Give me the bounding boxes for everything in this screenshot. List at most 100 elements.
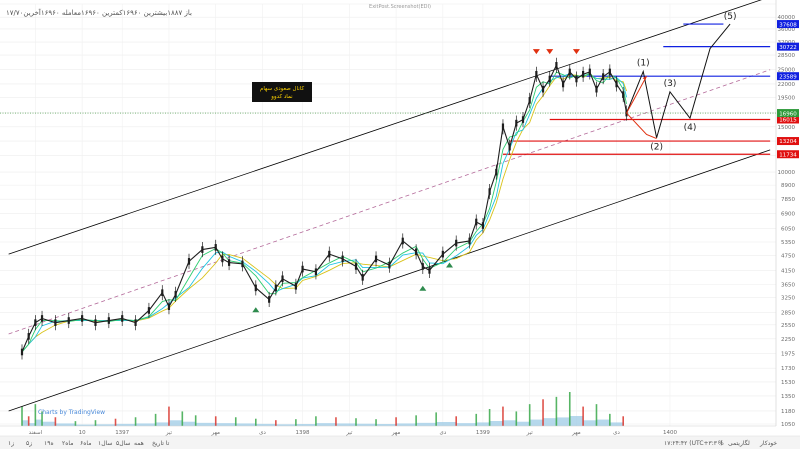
timezone-label[interactable]: ۱۷:۲۴:۴۲ (UTC+۳:۳۰) [664,440,723,447]
level-tag-label: 11734 [779,152,797,158]
volume-band [456,423,477,426]
volume-bar [609,413,611,426]
volume-band [215,423,236,426]
volume-band [502,420,517,426]
volume-bar [21,406,23,426]
volume-band [195,422,216,426]
price-tick-label: 19500 [778,95,796,101]
volume-band [135,423,156,426]
volume-band [115,423,136,426]
wave-label: (5) [724,12,737,22]
percent-toggle[interactable]: % [718,440,724,447]
log-toggle[interactable]: لگاریتمی [728,439,750,447]
price-tick-label: 4750 [781,253,795,259]
price-tick-label: 10000 [778,170,796,176]
time-tick-label: 1397 [115,430,129,436]
wave-label: (4) [684,123,697,133]
annotation-box[interactable]: کانال صعودی سهام نماد کدوو [252,82,312,102]
time-tick-label: اسفند [29,430,43,436]
range-button[interactable]: ۱سال [98,440,112,447]
time-tick-label: 1400 [663,430,677,436]
price-tick-label: 1730 [781,366,795,372]
volume-bar [94,420,97,426]
volume-band [315,423,336,426]
price-tick-label: 1350 [781,394,795,400]
price-tick-label: 2250 [781,337,795,343]
auto-toggle[interactable]: خودکار [759,440,777,447]
volume-band [55,423,76,426]
range-button[interactable]: تا تاریخ [152,440,170,447]
volume-band [583,420,597,426]
volume-bar [475,413,478,426]
range-button[interactable]: همه [134,440,144,447]
price-tick-label: 8900 [781,183,795,189]
level-tag-label: 16015 [779,118,797,124]
volume-band [35,419,43,426]
price-tick-label: 1975 [781,351,795,357]
volume-bar [114,418,117,426]
price-chart-svg[interactable]: (1) (2) (3) (4) (5) کانال صعودی سهام نماد کد… [0,0,800,449]
volume-bar [181,411,184,426]
volume-bar [214,416,217,426]
wave-label: (2) [650,143,663,153]
chart[interactable]: (1) (2) (3) (4) (5) کانال صعودی سهام نماد کد… [0,0,800,449]
price-tick-label: 2550 [781,323,795,329]
volume-bar [295,419,297,426]
time-tick-label: مهر [391,430,401,436]
time-tick-label: دی [613,430,620,436]
volume-band [182,421,196,426]
volume-bar [488,409,491,426]
price-tick-label: 3650 [781,283,795,289]
level-tag-label: 37608 [779,22,797,28]
volume-bar [27,416,30,426]
volume-bar [355,418,357,426]
volume-band [168,420,183,426]
price-tick-label: 7850 [781,197,795,203]
volume-band [155,422,169,426]
volume-bar [395,417,397,426]
range-button[interactable]: ۱۹ه [44,440,54,447]
range-button[interactable]: ۶ماه [80,440,91,447]
volume-band [22,420,29,426]
annotation-line2: نماد کدوو [270,93,293,100]
range-button[interactable]: ۲ماه [62,440,73,447]
volume-bar [455,416,457,426]
volume-bar [435,412,437,426]
volume-bar [515,411,518,426]
volume-band [609,422,624,426]
time-tick-label: مهر [210,430,220,436]
time-tick-label: مهر [571,430,581,436]
volume-bar [542,399,544,426]
price-tick-label: 4150 [781,268,795,274]
volume-bar [74,421,77,426]
volume-bar [154,413,157,426]
volume-bar [375,419,377,426]
time-tick-label: 1399 [476,430,490,436]
time-axis[interactable]: اسفند 10 1397 تیر مهر دی 1398 تیر مهر دی 1399 تیر مه… [0,425,776,436]
price-tick-label: 1050 [781,422,795,428]
volume-bar [194,415,197,426]
tradingview-branding[interactable]: Charts by TradingView [38,409,105,416]
volume-band [516,421,530,426]
volume-bar [315,416,317,426]
volume-bar [528,404,531,426]
price-tick-label: 15000 [778,125,796,131]
volume-band [569,416,584,426]
volume-band [476,422,490,426]
range-button[interactable]: ۱ز [8,440,14,447]
volume-bar [568,392,571,426]
time-tick-label: تیر [165,430,173,436]
volume-band [255,423,276,426]
price-axis[interactable]: 1050 1180 1350 1530 1730 1975 2250 2550 2850 3250… [775,0,800,428]
range-button[interactable]: ۵ز [26,440,32,447]
time-tick-label: 10 [79,430,86,436]
level-tag-label: 23589 [779,74,797,80]
range-button[interactable]: ۵سال [116,440,130,447]
time-tick-label: تیر [345,430,353,436]
level-tag-label: 13204 [779,139,797,145]
wave-label: (3) [664,79,677,89]
volume-bar [502,406,504,426]
annotation-line1: کانال صعودی سهام [260,85,305,92]
price-tick-label: 1180 [781,409,795,415]
current-price-label: 16960 [779,111,797,117]
